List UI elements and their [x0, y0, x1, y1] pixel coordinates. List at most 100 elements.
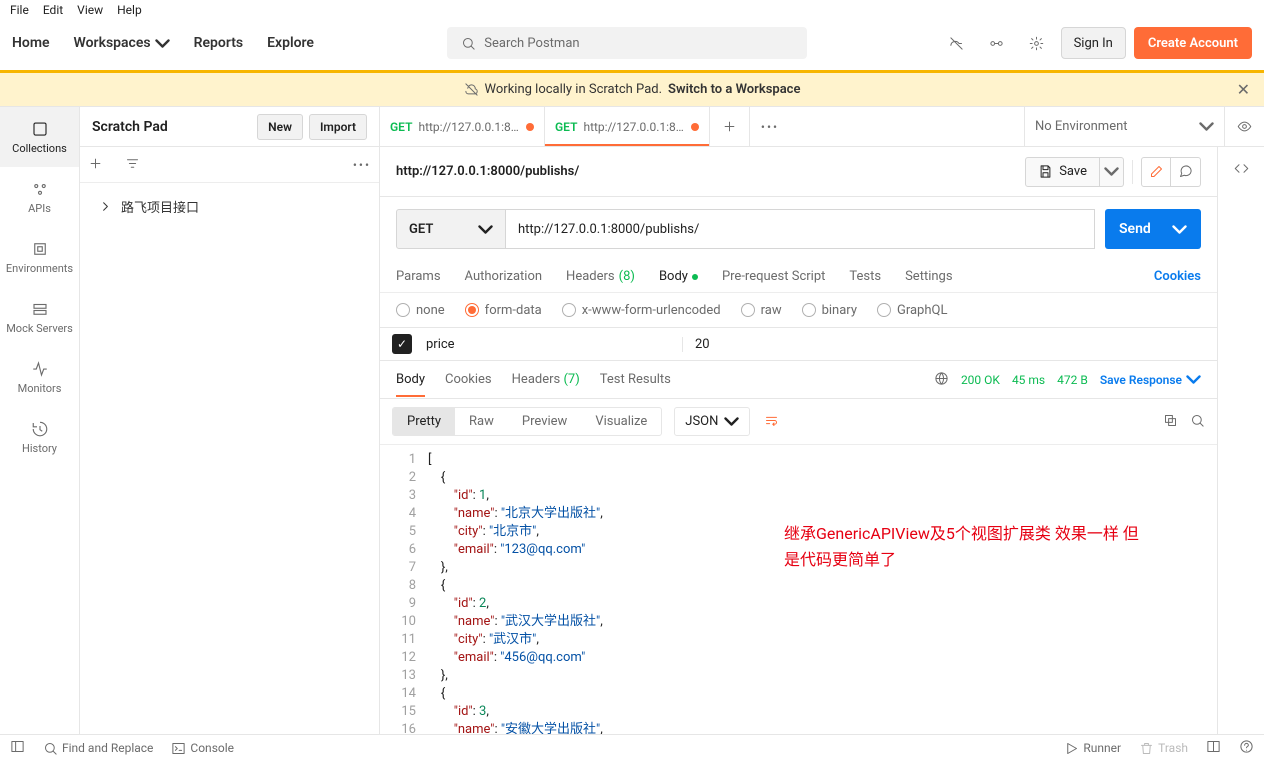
search-icon — [461, 36, 476, 51]
cloud-off-icon — [464, 82, 479, 97]
rail-monitors[interactable]: Monitors — [0, 347, 79, 407]
method-selector[interactable]: GET — [396, 209, 506, 249]
tab-bar: GEThttp://127.0.0.1:8000/bi GEThttp://12… — [380, 107, 1264, 147]
nav-reports[interactable]: Reports — [194, 35, 244, 51]
nav-workspaces[interactable]: Workspaces — [74, 35, 170, 51]
settings-icon[interactable] — [1021, 27, 1053, 59]
tab-tests[interactable]: Tests — [849, 269, 881, 284]
view-preview[interactable]: Preview — [508, 408, 581, 435]
tab-1[interactable]: GEThttp://127.0.0.1:8000/pu — [545, 107, 710, 146]
help-icon[interactable] — [1239, 739, 1254, 757]
tab-auth[interactable]: Authorization — [465, 269, 543, 284]
unsaved-dot — [691, 123, 699, 131]
rail-history[interactable]: History — [0, 407, 79, 467]
menu-file[interactable]: File — [10, 3, 29, 17]
tab-settings[interactable]: Settings — [905, 269, 952, 284]
network-icon[interactable] — [934, 371, 949, 389]
annotation-text: 继承GenericAPIView及5个视图扩展类 效果一样 但是代码更简单了 — [784, 521, 1154, 573]
right-rail — [1218, 147, 1264, 734]
nav-home[interactable]: Home — [12, 35, 50, 51]
banner-close[interactable]: ✕ — [1237, 80, 1250, 99]
layout-icon[interactable] — [1206, 739, 1221, 757]
tab-body[interactable]: Body — [659, 269, 698, 284]
response-time: 45 ms — [1012, 373, 1045, 387]
response-tabs: Body Cookies Headers (7) Test Results 20… — [380, 361, 1217, 399]
edit-icon[interactable] — [1141, 157, 1171, 187]
formdata-row[interactable]: ✓ price 20 — [380, 327, 1217, 361]
copy-icon[interactable] — [1163, 413, 1178, 431]
send-button[interactable]: Send — [1105, 209, 1201, 249]
sidebar: Scratch Pad New Import ••• 路飞项目接口 — [80, 107, 380, 734]
resp-headers[interactable]: Headers (7) — [512, 372, 580, 387]
tab-headers[interactable]: Headers (8) — [566, 269, 635, 284]
body-raw[interactable]: raw — [741, 303, 782, 318]
banner-link[interactable]: Switch to a Workspace — [668, 82, 800, 97]
code-icon[interactable] — [1234, 161, 1249, 179]
body-type-selector: none form-data x-www-form-urlencoded raw… — [380, 293, 1217, 327]
tab-more[interactable]: ••• — [750, 107, 790, 146]
capture-icon[interactable] — [981, 27, 1013, 59]
signin-button[interactable]: Sign In — [1061, 27, 1126, 59]
response-body[interactable]: 1234567891011121314151617 [ { "id": 1, "… — [380, 445, 1217, 734]
new-button[interactable]: New — [257, 114, 303, 140]
collection-item[interactable]: 路飞项目接口 — [80, 191, 379, 222]
view-raw[interactable]: Raw — [455, 408, 508, 435]
rail-environments[interactable]: Environments — [0, 227, 79, 287]
console[interactable]: Console — [171, 741, 234, 756]
rail-apis[interactable]: APIs — [0, 167, 79, 227]
save-dropdown[interactable] — [1100, 157, 1124, 187]
body-urlform[interactable]: x-www-form-urlencoded — [562, 303, 721, 318]
runner[interactable]: Runner — [1064, 741, 1121, 756]
body-none[interactable]: none — [396, 303, 445, 318]
resp-cookies[interactable]: Cookies — [445, 372, 492, 387]
env-preview-icon[interactable] — [1224, 107, 1264, 146]
rail-collections[interactable]: Collections — [0, 107, 79, 167]
view-pretty[interactable]: Pretty — [393, 408, 455, 435]
nav-explore[interactable]: Explore — [267, 35, 314, 51]
create-account-button[interactable]: Create Account — [1134, 27, 1252, 59]
tab-add[interactable] — [710, 107, 750, 146]
find-replace[interactable]: Find and Replace — [43, 741, 153, 756]
comment-icon[interactable] — [1171, 157, 1201, 187]
tab-0[interactable]: GEThttp://127.0.0.1:8000/bi — [380, 107, 545, 146]
menu-view[interactable]: View — [77, 3, 103, 17]
menubar[interactable]: File Edit View Help — [0, 0, 1264, 20]
save-response[interactable]: Save Response — [1100, 372, 1201, 387]
resp-tests[interactable]: Test Results — [600, 372, 671, 387]
save-button[interactable]: Save — [1025, 157, 1100, 187]
tab-params[interactable]: Params — [396, 269, 441, 284]
resp-body[interactable]: Body — [396, 372, 425, 397]
rail-mock-servers[interactable]: Mock Servers — [0, 287, 79, 347]
status-code: 200 OK — [961, 373, 1000, 387]
menu-edit[interactable]: Edit — [43, 3, 63, 17]
request-title[interactable]: http://127.0.0.1:8000/publishs/ — [396, 164, 579, 179]
search-response-icon[interactable] — [1190, 413, 1205, 431]
chevron-right-icon — [98, 199, 113, 214]
row-checkbox[interactable]: ✓ — [392, 334, 412, 354]
row-value[interactable]: 20 — [682, 337, 1217, 352]
import-button[interactable]: Import — [309, 114, 367, 140]
search-input[interactable]: Search Postman — [447, 27, 807, 59]
filter-icon[interactable] — [125, 156, 140, 174]
body-formdata[interactable]: form-data — [465, 303, 542, 318]
cookies-link[interactable]: Cookies — [1154, 269, 1201, 284]
body-graphql[interactable]: GraphQL — [877, 303, 947, 318]
env-selector[interactable]: No Environment — [1024, 107, 1224, 146]
url-input[interactable]: http://127.0.0.1:8000/publishs/ — [506, 209, 1095, 249]
sidebar-more[interactable]: ••• — [353, 158, 371, 172]
sidebar-toggle[interactable] — [10, 739, 25, 757]
row-key[interactable]: price — [422, 337, 682, 352]
lang-selector[interactable]: JSON — [674, 407, 750, 436]
sync-off-icon[interactable] — [941, 27, 973, 59]
sidebar-title: Scratch Pad — [92, 119, 251, 135]
menu-help[interactable]: Help — [117, 3, 142, 17]
response-size: 472 B — [1057, 373, 1088, 387]
add-icon[interactable] — [88, 156, 103, 174]
tab-prereq[interactable]: Pre-request Script — [722, 269, 825, 284]
trash[interactable]: Trash — [1139, 741, 1188, 756]
top-nav: Home Workspaces Reports Explore Search P… — [0, 20, 1264, 70]
body-binary[interactable]: binary — [802, 303, 857, 318]
wrap-icon[interactable] — [758, 407, 785, 437]
scratch-pad-banner: Working locally in Scratch Pad. Switch t… — [0, 70, 1264, 106]
view-visualize[interactable]: Visualize — [581, 408, 661, 435]
